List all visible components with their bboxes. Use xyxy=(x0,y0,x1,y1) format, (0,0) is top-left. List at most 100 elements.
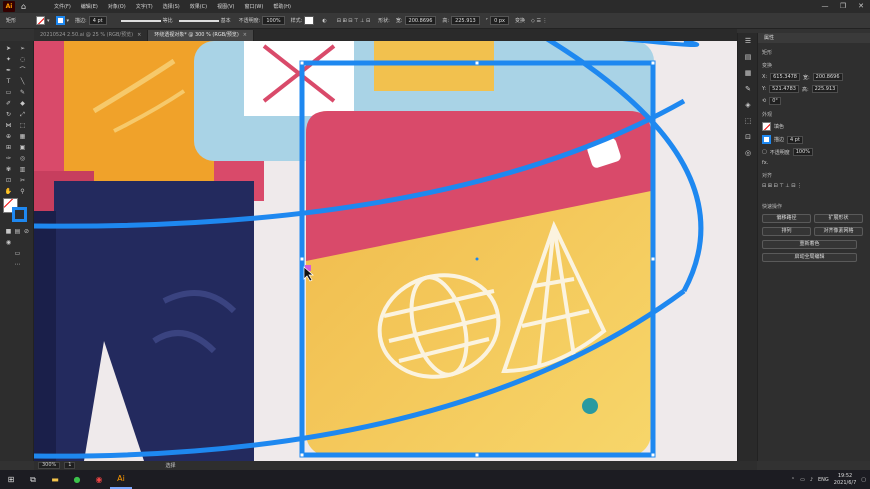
mesh-tool-icon[interactable]: ⊞ xyxy=(4,143,13,152)
rotate-tool-icon[interactable]: ↻ xyxy=(4,110,13,119)
restore-button[interactable]: ❐ xyxy=(834,0,852,13)
menu-window[interactable]: 窗口(W) xyxy=(239,3,268,10)
chevron-down-icon[interactable]: ▾ xyxy=(47,18,50,24)
transform-label[interactable]: 变换 xyxy=(515,17,525,24)
symbol-sprayer-icon[interactable]: ✾ xyxy=(4,165,13,174)
graph-tool-icon[interactable]: ▥ xyxy=(18,165,27,174)
links-icon[interactable]: ⊡ xyxy=(738,129,758,145)
gradient-tool-icon[interactable]: ▣ xyxy=(18,143,27,152)
eraser-icon[interactable]: ◆ xyxy=(18,99,27,108)
width-field[interactable]: 200.8696 xyxy=(404,16,437,25)
global-edit-button[interactable]: 启动全局编辑 xyxy=(762,253,857,262)
close-icon[interactable]: × xyxy=(243,32,247,38)
stroke-swatch[interactable] xyxy=(762,135,771,144)
file-explorer-icon[interactable]: ▬ xyxy=(44,470,66,489)
menu-view[interactable]: 视图(V) xyxy=(212,3,239,10)
menu-help[interactable]: 帮助(H) xyxy=(268,3,296,10)
gradient-mode-icon[interactable]: ▤ xyxy=(13,227,22,236)
transform-icon[interactable]: ⬚ xyxy=(738,113,758,129)
perspective-grid-icon[interactable]: ▦ xyxy=(18,132,27,141)
height-field[interactable]: 225.913 xyxy=(811,85,839,93)
home-icon[interactable]: ⌂ xyxy=(21,2,35,11)
network-icon[interactable]: ▭ xyxy=(800,477,805,483)
line-tool-icon[interactable]: ╲ xyxy=(18,77,27,86)
zoom-field[interactable]: 300% xyxy=(38,462,61,469)
tab-document-1[interactable]: 20210524 2.50.ai @ 25 % (RGB/预览) × xyxy=(34,30,149,41)
close-icon[interactable]: × xyxy=(137,32,141,38)
slice-tool-icon[interactable]: ✂ xyxy=(18,176,27,185)
shape-builder-icon[interactable]: ⊕ xyxy=(4,132,13,141)
corner-icon[interactable]: ⌜ xyxy=(486,18,488,24)
arrange-button[interactable]: 排列 xyxy=(762,227,811,236)
width-field[interactable]: 200.8696 xyxy=(812,73,843,81)
lasso-icon[interactable]: ◌ xyxy=(18,55,27,64)
menu-file[interactable]: 文件(F) xyxy=(49,3,76,10)
recolor-icon[interactable]: ◐ xyxy=(322,18,326,24)
pen-tool-icon[interactable]: ✒ xyxy=(4,66,13,75)
task-view-icon[interactable]: ⧉ xyxy=(22,470,44,489)
menu-select[interactable]: 选择(S) xyxy=(158,3,185,10)
menu-object[interactable]: 对象(O) xyxy=(103,3,131,10)
volume-icon[interactable]: ♪ xyxy=(810,477,813,483)
variable-width-profile[interactable] xyxy=(120,19,161,22)
direct-selection-tool-icon[interactable]: ➢ xyxy=(18,44,27,53)
artboards-icon[interactable]: ◎ xyxy=(738,145,758,161)
align-icons[interactable]: ⊟ ⊞ ⊟ ⊤ ⊥ ⊟ xyxy=(337,18,370,24)
shape-label[interactable]: 形状: xyxy=(378,17,390,24)
fx-button[interactable]: fx. xyxy=(762,160,768,166)
scale-tool-icon[interactable]: ⤢ xyxy=(18,110,27,119)
chrome-icon[interactable]: ◉ xyxy=(88,470,110,489)
magic-wand-icon[interactable]: ✦ xyxy=(4,55,13,64)
minimize-button[interactable]: — xyxy=(816,0,834,13)
corner-radius-field[interactable]: 0 px xyxy=(490,16,509,25)
offset-path-button[interactable]: 偏移路径 xyxy=(762,214,811,223)
stroke-label[interactable]: 描边: xyxy=(75,17,87,24)
menu-effect[interactable]: 效果(C) xyxy=(185,3,212,10)
eyedropper-icon[interactable]: ✑ xyxy=(4,154,13,163)
illustrator-taskbar-icon[interactable]: Ai xyxy=(110,470,132,489)
zoom-tool-icon[interactable]: ⚲ xyxy=(18,187,27,196)
language-indicator[interactable]: ENG xyxy=(818,477,829,483)
angle-field[interactable]: 0° xyxy=(769,97,781,105)
expand-shape-button[interactable]: 扩展形状 xyxy=(814,214,863,223)
close-button[interactable]: ✕ xyxy=(852,0,870,13)
menu-type[interactable]: 文字(T) xyxy=(131,3,158,10)
blend-tool-icon[interactable]: ◎ xyxy=(18,154,27,163)
tab-document-2[interactable]: 环绕透视对象* @ 300 % (RGB/预览) × xyxy=(148,30,254,41)
x-field[interactable]: 615.3478 xyxy=(770,73,800,81)
opacity-field[interactable]: 100% xyxy=(792,148,814,156)
brush-definition[interactable] xyxy=(178,19,219,22)
curvature-tool-icon[interactable]: ⌒ xyxy=(18,66,27,75)
clock[interactable]: 19:52 2021/6/7 xyxy=(834,473,856,487)
windows-start-icon[interactable]: ⊞ xyxy=(0,470,22,489)
wechat-icon[interactable]: ● xyxy=(66,470,88,489)
selection-tool-icon[interactable]: ➤ xyxy=(4,44,13,53)
notification-icon[interactable]: ▢ xyxy=(861,477,866,483)
width-tool-icon[interactable]: ⋈ xyxy=(4,121,13,130)
chevron-down-icon[interactable]: ▾ xyxy=(67,18,70,24)
align-icons[interactable]: ⊟ ⊞ ⊟ ⊤ ⊥ ⊟ ⋮ xyxy=(762,183,802,189)
screen-mode-icon[interactable]: ▭ xyxy=(13,249,22,258)
chevron-up-icon[interactable]: ⌃ xyxy=(791,477,795,483)
isolate-icon[interactable]: ◇ ☰ ⋮ xyxy=(531,18,548,24)
type-tool-icon[interactable]: T xyxy=(4,77,13,86)
fill-swatch[interactable] xyxy=(762,122,771,131)
stroke-blue-swatch[interactable] xyxy=(12,207,27,222)
stroke-weight-field[interactable]: 4 pt xyxy=(787,135,803,144)
properties-tab[interactable]: 属性 xyxy=(758,33,870,43)
y-field[interactable]: 521.4783 xyxy=(769,85,799,93)
draw-mode-icon[interactable]: ◉ xyxy=(4,238,13,247)
stroke-swatch[interactable] xyxy=(55,16,65,25)
illustration-artwork[interactable] xyxy=(34,41,737,461)
rectangle-tool-icon[interactable]: ▭ xyxy=(4,88,13,97)
align-pixel-grid-button[interactable]: 对齐像素网格 xyxy=(814,227,863,236)
color-mode-icon[interactable]: ■ xyxy=(4,227,13,236)
fill-swatch[interactable] xyxy=(36,16,46,25)
paintbrush-icon[interactable]: ✎ xyxy=(18,88,27,97)
opacity-label[interactable]: 不透明度: xyxy=(239,17,261,24)
properties-panel-icon[interactable]: ☰ xyxy=(738,33,758,49)
brushes-icon[interactable]: ✎ xyxy=(738,81,758,97)
stroke-weight-field[interactable]: 4 pt xyxy=(88,16,107,25)
artboard-canvas[interactable] xyxy=(34,41,737,461)
height-field[interactable]: 225.913 xyxy=(451,16,480,25)
